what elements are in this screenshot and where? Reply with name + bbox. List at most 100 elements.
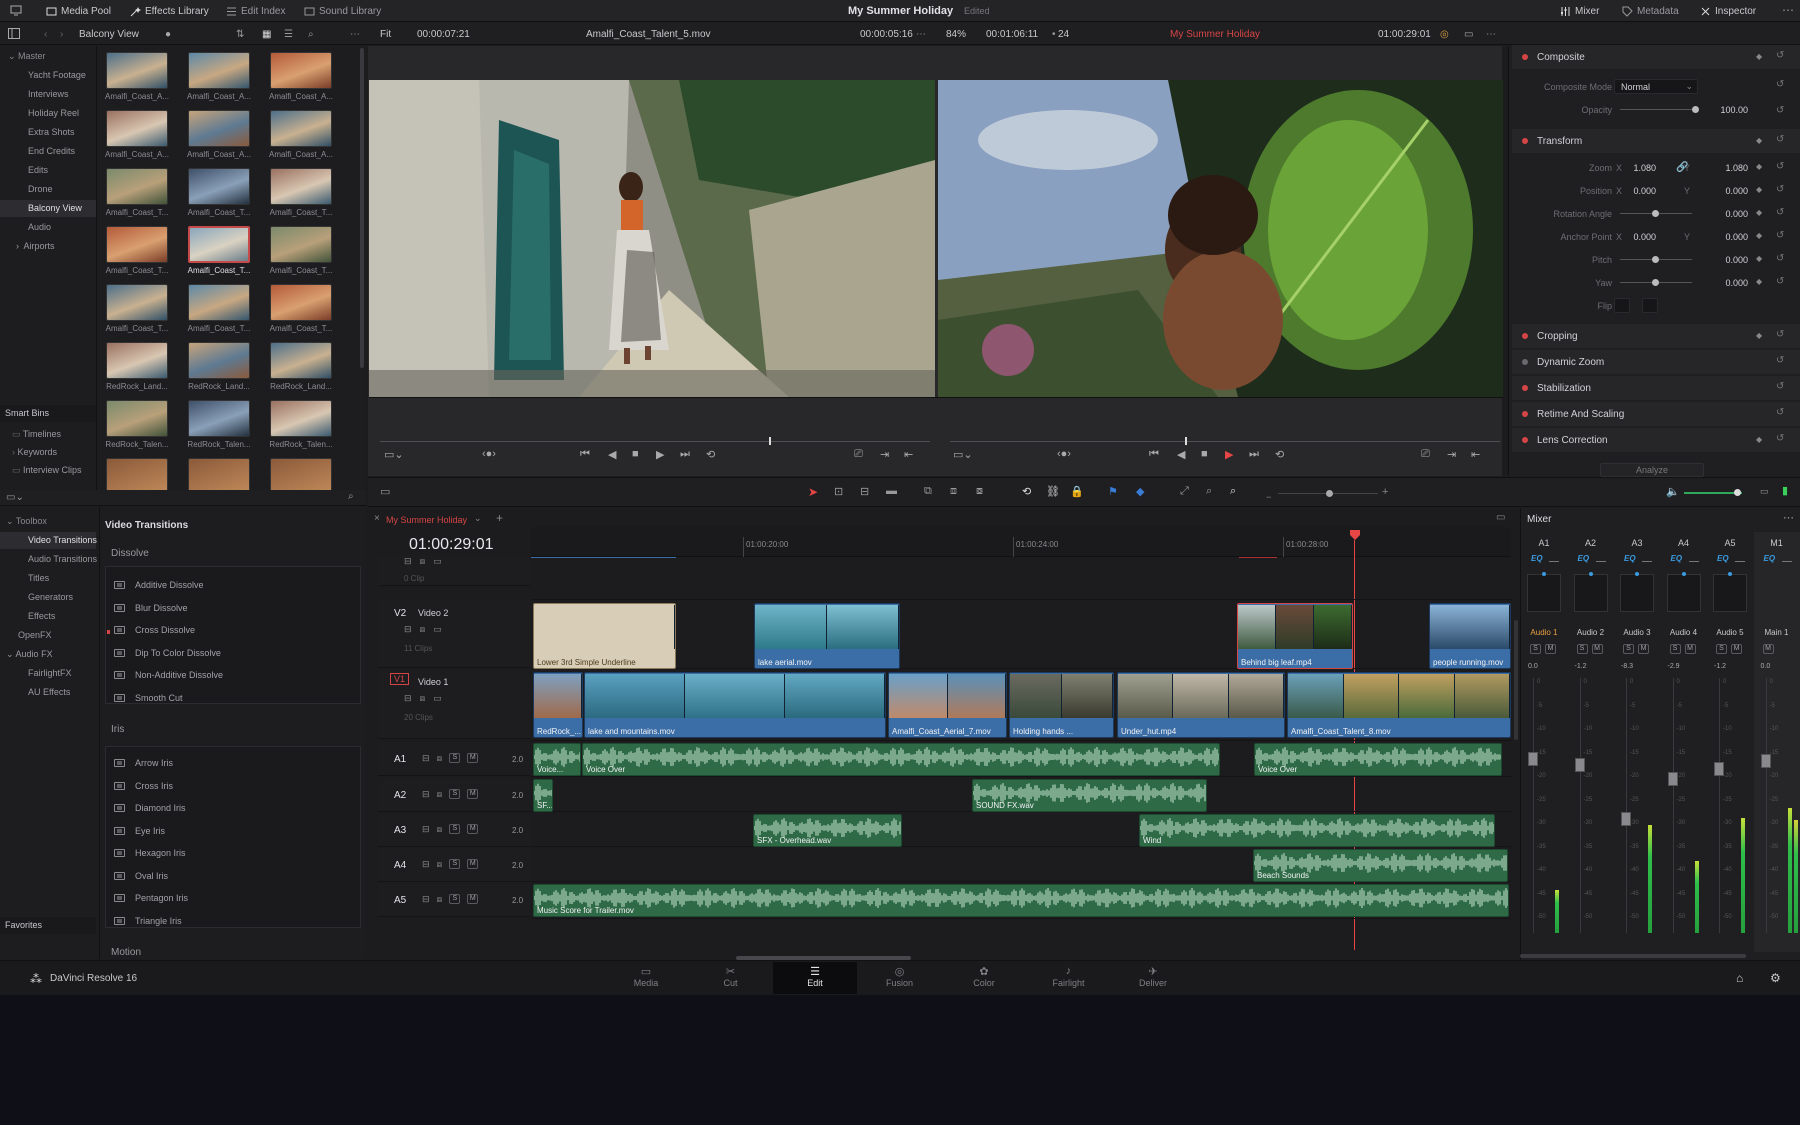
marker-icon[interactable]: ◆	[1136, 485, 1144, 498]
mixer-scrollbar[interactable]	[1520, 954, 1746, 958]
page-tab-edit[interactable]: ☰ Edit	[773, 962, 857, 994]
zoom-full-icon[interactable]: ⤢	[1180, 485, 1189, 498]
reset-icon[interactable]: ↺	[1776, 381, 1784, 392]
disabled-dot-icon[interactable]	[1522, 359, 1528, 365]
reset-icon[interactable]: ↺	[1776, 50, 1784, 61]
play-icon[interactable]: ▶	[1225, 448, 1233, 461]
fader-handle[interactable]	[1621, 812, 1631, 826]
transform-y-value[interactable]: 0.000	[1704, 186, 1748, 196]
clip-thumbnail[interactable]	[270, 110, 332, 147]
opacity-slider-handle[interactable]	[1692, 106, 1699, 113]
skip-end-icon[interactable]: ⏭	[680, 448, 690, 461]
transform-slider-handle[interactable]	[1652, 256, 1659, 263]
clip-thumbnail[interactable]	[270, 226, 332, 263]
eq-button[interactable]: EQ	[1578, 554, 1590, 563]
mark-out-icon[interactable]: ⇤	[1471, 448, 1480, 461]
lock-icon[interactable]: ⊟	[404, 556, 412, 567]
audio-clip[interactable]: SF...	[533, 779, 553, 812]
pan-control[interactable]	[1620, 574, 1654, 612]
openfx-item[interactable]: OpenFX	[0, 627, 96, 644]
audio-transitions-item[interactable]: Audio Transitions	[0, 551, 97, 568]
video-clip[interactable]: Behind big leaf.mp4	[1237, 603, 1353, 669]
track-id[interactable]: A2	[394, 790, 406, 801]
transition-item[interactable]: Hexagon Iris	[104, 842, 356, 864]
mute-button[interactable]: M	[467, 824, 479, 834]
transition-item[interactable]: Eye Iris	[104, 820, 356, 842]
bin-interviews[interactable]: Interviews	[0, 86, 96, 103]
titles-item[interactable]: Titles	[0, 570, 96, 587]
loop-icon[interactable]: ⟲	[1275, 448, 1284, 461]
transform-x-value[interactable]: 0.000	[1626, 186, 1656, 196]
replace-clip-icon[interactable]: ⧇	[976, 485, 983, 498]
transition-item[interactable]: Arrow Iris	[104, 752, 356, 774]
record-timeline-name[interactable]: My Summer Holiday	[1170, 29, 1260, 40]
fader-handle[interactable]	[1528, 752, 1538, 766]
enabled-dot-icon[interactable]	[1522, 333, 1528, 339]
zoom-custom-icon[interactable]: ⌕	[1230, 485, 1236, 498]
clip-thumbnail[interactable]	[188, 400, 250, 437]
lock-icon[interactable]: ⊟	[422, 894, 430, 905]
search-icon[interactable]: ⌕	[308, 29, 314, 40]
record-zoom-dropdown[interactable]: 84%	[946, 29, 966, 40]
clip-thumbnail[interactable]	[270, 284, 332, 321]
stop-icon[interactable]: ■	[632, 448, 639, 460]
meter-icon[interactable]: ▮	[1782, 484, 1788, 497]
track-id[interactable]: V2	[394, 608, 406, 619]
transition-item[interactable]: Cross Dissolve	[104, 619, 356, 641]
reset-icon[interactable]: ↺	[1776, 253, 1784, 264]
skip-end-icon[interactable]: ⏭	[1249, 448, 1259, 461]
audio-clip[interactable]: Voice Over	[582, 743, 1220, 776]
match-frame-icon[interactable]: ⎚	[1421, 448, 1430, 461]
eq-button[interactable]: EQ	[1671, 554, 1683, 563]
enabled-dot-icon[interactable]	[1522, 437, 1528, 443]
keyframe-diamond-icon[interactable]: ◆	[1756, 52, 1762, 61]
timeline-view-icon[interactable]: ▭	[380, 485, 390, 498]
transition-item[interactable]: Non-Additive Dissolve	[104, 664, 356, 686]
keyframe-diamond-icon[interactable]: ◆	[1756, 277, 1762, 286]
dynamic-trim-icon[interactable]: ⊟	[860, 485, 869, 498]
viewer-options-icon[interactable]: ▭⌄	[953, 448, 973, 461]
metadata-button[interactable]: Metadata	[1622, 4, 1679, 19]
clip-thumbnail[interactable]	[106, 110, 168, 147]
track-name[interactable]: Video 2	[418, 608, 448, 618]
mute-button[interactable]: M	[1638, 644, 1649, 654]
video-clip[interactable]: Under_hut.mp4	[1117, 672, 1285, 738]
track-visibility-icon[interactable]: ▭	[433, 556, 442, 567]
clip-thumbnail[interactable]	[188, 226, 250, 263]
track-id[interactable]: A1	[394, 754, 406, 765]
solo-button[interactable]: S	[449, 789, 461, 799]
audio-clip[interactable]: SFX - Overhead.wav	[753, 814, 902, 847]
selection-tool-icon[interactable]: ➤	[808, 485, 818, 499]
reset-icon[interactable]: ↺	[1776, 105, 1784, 116]
record-options-icon[interactable]: ⋯	[1486, 29, 1496, 40]
home-icon[interactable]: ⌂	[1736, 971, 1743, 985]
reset-icon[interactable]: ↺	[1776, 230, 1784, 241]
record-playhead[interactable]	[1185, 437, 1187, 445]
lock-icon[interactable]: ⊟	[422, 859, 430, 870]
reset-icon[interactable]: ↺	[1776, 161, 1784, 172]
auto-select-icon[interactable]: ⧈	[420, 556, 426, 567]
keyframe-diamond-icon[interactable]: ◆	[1756, 254, 1762, 263]
clip-thumbnail[interactable]	[106, 400, 168, 437]
transition-item[interactable]: Additive Dissolve	[104, 574, 356, 596]
clip-thumbnail[interactable]	[188, 110, 250, 147]
mute-button[interactable]: M	[467, 894, 479, 904]
media-pool-scrollbar[interactable]	[360, 48, 364, 368]
dynamic-zoom-section[interactable]: Dynamic Zoom	[1512, 350, 1800, 374]
video-clip[interactable]: RedRock_...	[533, 672, 583, 738]
fader-handle[interactable]	[1760, 754, 1771, 768]
reset-icon[interactable]: ↺	[1776, 355, 1784, 366]
source-playhead[interactable]	[769, 437, 771, 445]
enabled-dot-icon[interactable]	[1522, 54, 1528, 60]
au-effects-item[interactable]: AU Effects	[0, 684, 96, 701]
analyze-button[interactable]: Analyze	[1600, 463, 1704, 477]
clip-thumbnail[interactable]	[188, 342, 250, 379]
record-scrubber[interactable]	[950, 441, 1500, 442]
jog-icon[interactable]: ‹●›	[1057, 448, 1071, 460]
opacity-value[interactable]: 100.00	[1700, 105, 1748, 115]
enabled-dot-icon[interactable]	[1522, 138, 1528, 144]
settings-gear-icon[interactable]: ⚙	[1770, 971, 1781, 985]
solo-button[interactable]: S	[449, 824, 461, 834]
page-tab-cut[interactable]: ✂ Cut	[689, 962, 773, 994]
viewer-options-icon[interactable]: ▭⌄	[384, 448, 404, 461]
